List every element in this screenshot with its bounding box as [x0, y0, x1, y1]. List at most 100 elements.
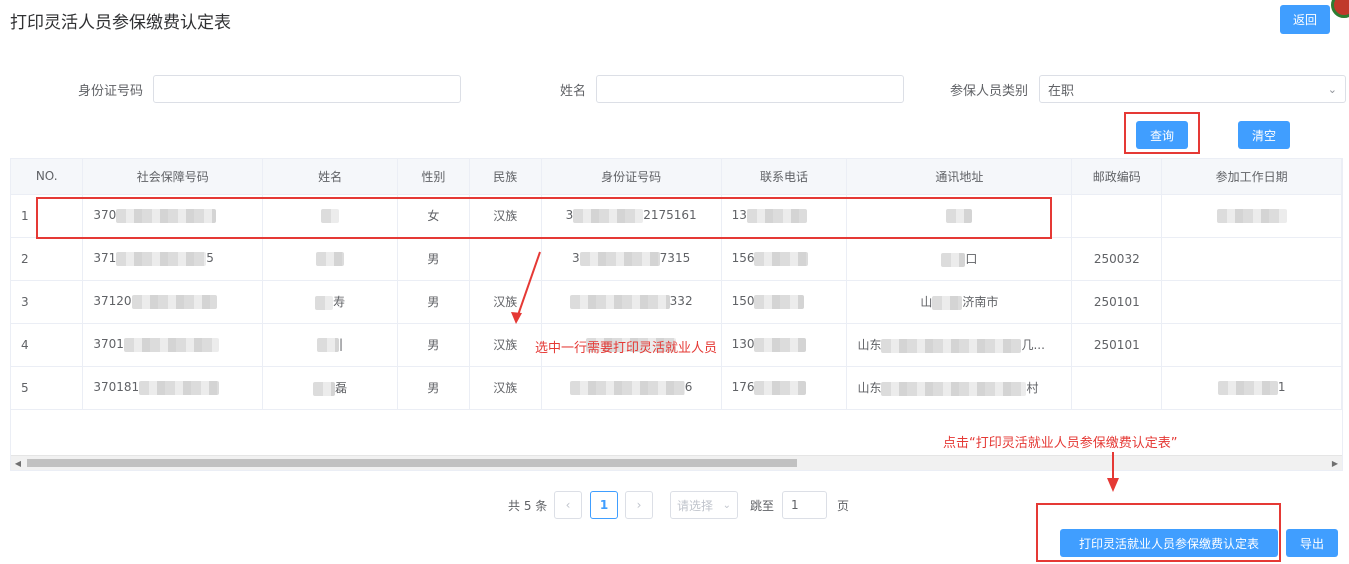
cell-phone: 13	[721, 194, 848, 238]
cell-zip: 250101	[1071, 280, 1163, 324]
corner-badge-icon	[1331, 0, 1349, 18]
scroll-left-icon[interactable]: ◀	[11, 456, 25, 470]
next-page-button[interactable]: ›	[625, 491, 653, 519]
cell-ssn: 371 5	[82, 237, 264, 281]
name-label: 姓名	[559, 84, 586, 99]
redacted-blur	[881, 381, 1027, 396]
cell-ssn: 370181	[82, 366, 264, 410]
redacted-blur	[754, 337, 807, 352]
redacted-blur	[315, 295, 334, 310]
scroll-right-icon[interactable]: ▶	[1328, 456, 1342, 470]
table-row[interactable]: 2 371 5 男 3 7315 156 口 250032	[11, 237, 1342, 281]
cell-workdate	[1161, 237, 1342, 281]
redacted-blur	[579, 251, 660, 266]
cell-ssn: 370	[82, 194, 264, 238]
page-size-select[interactable]: 请选择 ⌄	[670, 491, 738, 519]
cell-gender: 男	[397, 280, 470, 324]
redacted-blur	[946, 208, 973, 223]
type-label: 参保人员类别	[949, 84, 1028, 99]
cell-ssn: 37120	[82, 280, 264, 324]
cell-workdate	[1161, 194, 1342, 238]
type-select-value: 在职	[1048, 83, 1075, 99]
id-input[interactable]	[153, 75, 461, 103]
cell-idcard: 3 2175161	[541, 194, 722, 238]
cell-idcard: 3 7315	[541, 237, 722, 281]
cell-ssn: 3701	[82, 323, 264, 367]
col-no: NO.	[11, 159, 84, 195]
page-1-button[interactable]: 1	[590, 491, 618, 519]
cell-zip	[1071, 194, 1163, 238]
cell-name	[262, 237, 398, 281]
query-button[interactable]: 查询	[1136, 121, 1188, 149]
horizontal-scrollbar[interactable]: ◀ ▶	[11, 455, 1342, 470]
redacted-blur	[116, 208, 217, 223]
name-input[interactable]	[596, 75, 904, 103]
cell-phone: 176	[721, 366, 848, 410]
table-row[interactable]: 3 37120 寿 男 汉族 332 150 山济南市 250101	[11, 280, 1342, 324]
redacted-blur	[754, 251, 809, 266]
prev-page-button[interactable]: ‹	[554, 491, 582, 519]
cell-address: 山东村	[846, 366, 1073, 410]
cell-idcard: 332	[541, 280, 722, 324]
redacted-blur	[139, 380, 220, 395]
redacted-blur	[573, 208, 644, 223]
redacted-blur	[313, 381, 336, 396]
clear-button[interactable]: 清空	[1238, 121, 1290, 149]
cell-name: 寿	[262, 280, 398, 324]
cell-workdate	[1161, 323, 1342, 367]
page-suffix: 页	[837, 499, 850, 513]
cell-gender: 男	[397, 366, 470, 410]
cell-phone: 130	[721, 323, 848, 367]
redacted-blur	[569, 380, 685, 395]
redacted-blur	[881, 338, 1022, 353]
cell-name: 磊	[262, 366, 398, 410]
page-size-placeholder: 请选择	[677, 498, 714, 513]
table-grid: NO. 社会保障号码 姓名 性别 民族 身份证号码 联系电话 通讯地址 邮政编码…	[11, 159, 1342, 410]
export-button[interactable]: 导出	[1286, 529, 1338, 557]
cell-no: 1	[11, 194, 84, 238]
col-name: 姓名	[262, 159, 398, 195]
select-row-annotation: 选中一行需要打印灵活就业人员	[535, 341, 718, 356]
redacted-blur	[1216, 208, 1287, 223]
arrow-head-icon	[1107, 478, 1119, 492]
redacted-blur	[317, 337, 340, 352]
cell-gender: 女	[397, 194, 470, 238]
goto-label: 跳至	[750, 499, 775, 513]
cell-gender: 男	[397, 237, 470, 281]
col-phone: 联系电话	[721, 159, 848, 195]
cell-no: 3	[11, 280, 84, 324]
redacted-blur	[932, 295, 963, 310]
cell-no: 4	[11, 323, 84, 367]
back-button[interactable]: 返回	[1280, 5, 1330, 34]
print-certificate-button[interactable]: 打印灵活就业人员参保缴费认定表	[1060, 529, 1278, 557]
table-row[interactable]: 1 370 女 汉族 3 2175161 13	[11, 194, 1342, 238]
cell-name: |	[262, 323, 398, 367]
cell-workdate: 1	[1161, 366, 1342, 410]
scrollbar-thumb[interactable]	[27, 459, 797, 467]
redacted-blur	[316, 251, 345, 266]
cell-idcard: 6	[541, 366, 722, 410]
table-header-row: NO. 社会保障号码 姓名 性别 民族 身份证号码 联系电话 通讯地址 邮政编码…	[11, 159, 1342, 195]
cell-zip	[1071, 366, 1163, 410]
table-row[interactable]: 5 370181 磊 男 汉族 6 176 山东村 1	[11, 366, 1342, 410]
page-title: 打印灵活人员参保缴费认定表	[10, 13, 231, 33]
redacted-blur	[321, 208, 340, 223]
cell-no: 2	[11, 237, 84, 281]
col-zip: 邮政编码	[1071, 159, 1163, 195]
redacted-blur	[941, 252, 966, 267]
redacted-blur	[131, 294, 217, 309]
cell-phone: 156	[721, 237, 848, 281]
cell-ethnic	[469, 237, 542, 281]
cell-phone: 150	[721, 280, 848, 324]
cell-ethnic: 汉族	[469, 280, 542, 324]
cell-gender: 男	[397, 323, 470, 367]
type-select[interactable]: 在职 ⌄	[1039, 75, 1346, 103]
goto-page-input[interactable]	[782, 491, 827, 519]
redacted-blur	[1217, 380, 1278, 395]
cell-address: 山东 几...	[846, 323, 1073, 367]
chevron-down-icon: ⌄	[722, 499, 731, 511]
click-print-annotation: 点击“打印灵活就业人员参保缴费认定表”	[943, 436, 1178, 451]
cell-workdate	[1161, 280, 1342, 324]
pagination-total: 共 5 条	[508, 499, 548, 513]
redacted-blur	[754, 294, 805, 309]
